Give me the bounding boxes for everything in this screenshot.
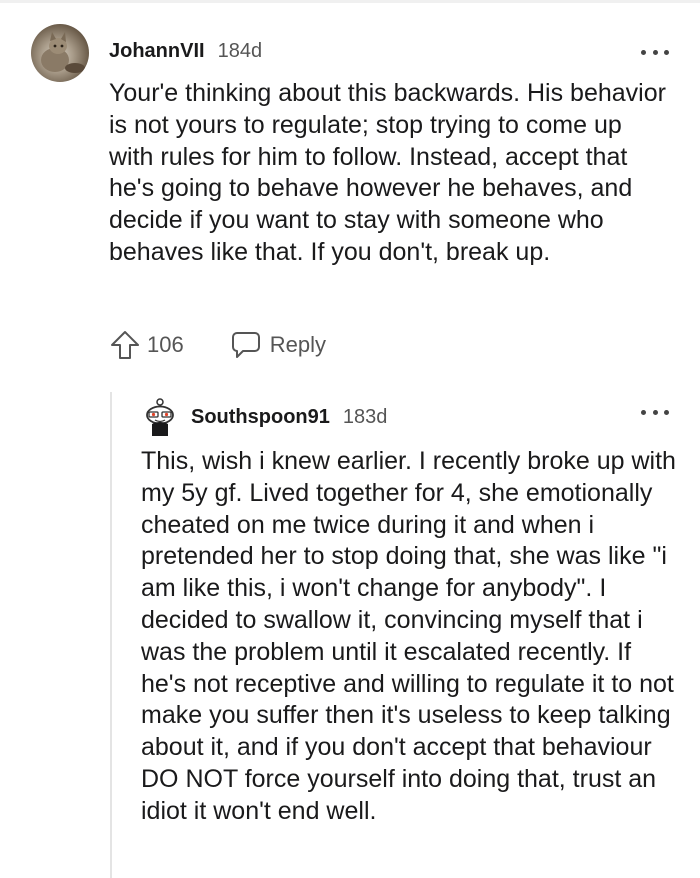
reply-timestamp: 183d — [342, 405, 388, 428]
more-options-icon[interactable] — [641, 45, 669, 59]
thread-line[interactable] — [110, 392, 112, 878]
top-divider — [0, 0, 700, 3]
snoo-avatar-icon[interactable] — [141, 396, 179, 438]
reply-meta: Southspoon91 183d — [191, 403, 387, 431]
comment-actions: 106 Reply — [109, 327, 326, 363]
username[interactable]: JohannVII — [109, 40, 205, 63]
comment-meta: JohannVII 184d — [109, 37, 262, 65]
cat-avatar-icon — [41, 32, 85, 73]
reply-button[interactable]: Reply — [230, 330, 326, 360]
reply-more-options-icon[interactable] — [641, 405, 669, 419]
vote-count: 106 — [147, 332, 184, 357]
timestamp: 184d — [217, 39, 263, 62]
avatar[interactable] — [31, 24, 89, 82]
reply-icon — [230, 330, 262, 360]
reply-body: This, wish i knew earlier. I recently br… — [141, 447, 676, 825]
upvote-icon[interactable] — [109, 329, 141, 361]
comment-body: Your'e thinking about this backwards. Hi… — [109, 79, 666, 266]
reply-username[interactable]: Southspoon91 — [191, 406, 330, 429]
reply-label: Reply — [269, 332, 326, 357]
